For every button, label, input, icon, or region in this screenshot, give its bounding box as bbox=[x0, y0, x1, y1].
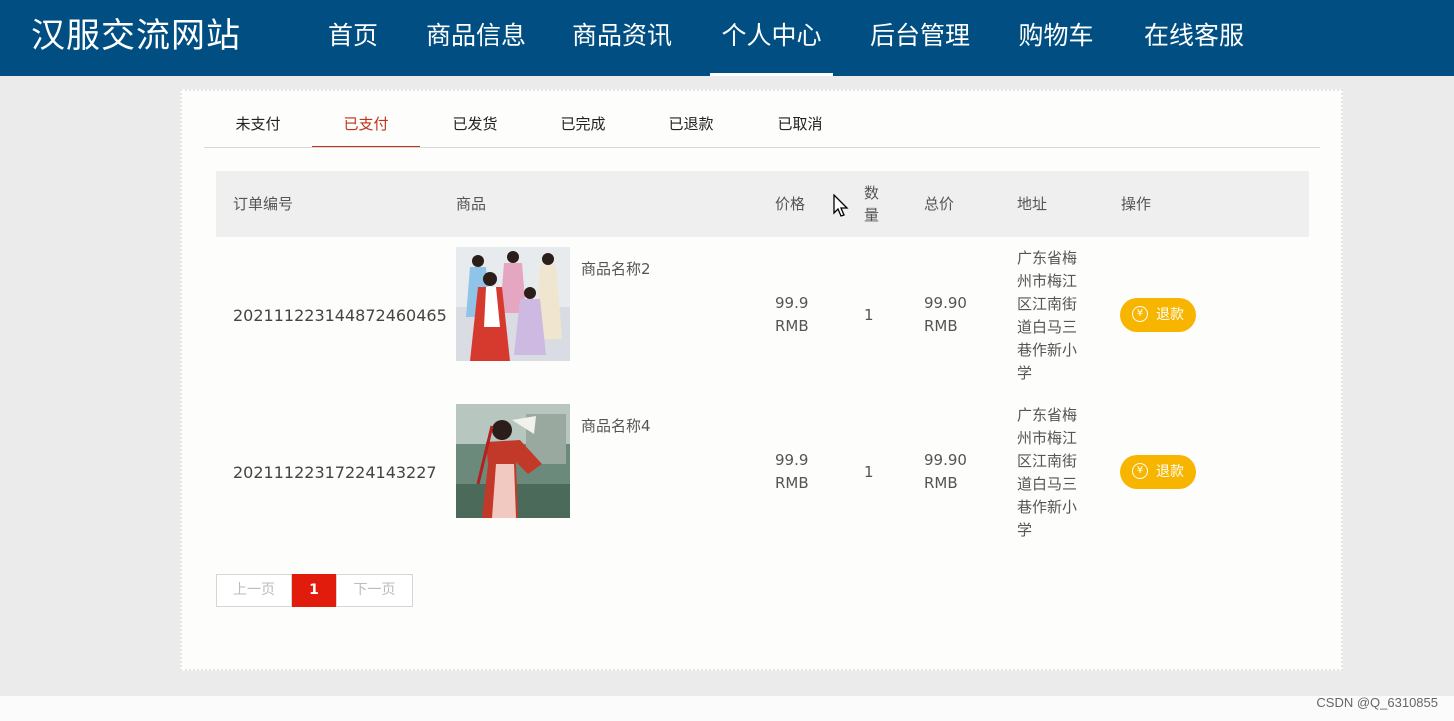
nav-admin[interactable]: 后台管理 bbox=[858, 0, 982, 76]
refund-button[interactable]: ¥ 退款 bbox=[1120, 455, 1196, 489]
refund-label: 退款 bbox=[1156, 464, 1184, 480]
quantity: 1 bbox=[864, 463, 874, 481]
shipping-address: 广东省梅州市梅江区江南街道白马三巷作新小学 bbox=[1017, 406, 1078, 539]
quantity: 1 bbox=[864, 306, 874, 324]
product-name-link[interactable]: 商品名称4 bbox=[581, 415, 651, 438]
order-number: 20211122314487246046​5 bbox=[233, 306, 447, 325]
header-total: 总价 bbox=[924, 195, 955, 213]
tab-unpaid[interactable]: 未支付 bbox=[204, 104, 312, 148]
prev-page-button[interactable]: 上一页 bbox=[216, 574, 292, 607]
nav-personal-center[interactable]: 个人中心 bbox=[710, 0, 833, 76]
yen-icon: ¥ bbox=[1132, 463, 1148, 479]
header-quantity: 数量 bbox=[864, 184, 880, 224]
tab-cancelled[interactable]: 已取消 bbox=[746, 104, 854, 148]
nav-home[interactable]: 首页 bbox=[316, 0, 390, 76]
header-price: 价格 bbox=[775, 195, 806, 213]
tab-completed[interactable]: 已完成 bbox=[529, 104, 637, 148]
shipping-address: 广东省梅州市梅江区江南街道白马三巷作新小学 bbox=[1017, 249, 1078, 382]
top-navbar: 汉服交流网站 首页 商品信息 商品资讯 个人中心 后台管理 购物车 在线客服 bbox=[0, 0, 1454, 76]
header-action: 操作 bbox=[1121, 195, 1152, 213]
cursor-icon bbox=[833, 193, 849, 222]
yen-icon: ¥ bbox=[1132, 306, 1148, 322]
watermark-text: CSDN @Q_6310855 bbox=[1316, 695, 1438, 710]
nav-products[interactable]: 商品信息 bbox=[414, 0, 538, 76]
order-number: 20211122317224143227 bbox=[233, 463, 437, 482]
nav-customer-service[interactable]: 在线客服 bbox=[1132, 0, 1256, 76]
nav-cart[interactable]: 购物车 bbox=[1006, 0, 1106, 76]
tab-shipped[interactable]: 已发货 bbox=[421, 104, 529, 148]
next-page-button[interactable]: 下一页 bbox=[336, 574, 413, 607]
header-order-no: 订单编号 bbox=[233, 195, 294, 213]
tabs-divider bbox=[204, 147, 1320, 148]
tab-refunded[interactable]: 已退款 bbox=[637, 104, 745, 148]
total-price: 99.90 RMB bbox=[924, 451, 967, 492]
nav-news[interactable]: 商品资讯 bbox=[560, 0, 684, 76]
total-price: 99.90 RMB bbox=[924, 294, 967, 335]
site-logo-title[interactable]: 汉服交流网站 bbox=[31, 14, 241, 58]
page-number-current[interactable]: 1 bbox=[292, 574, 336, 607]
footer-strip bbox=[0, 696, 1454, 721]
unit-price: 99.9 RMB bbox=[775, 294, 809, 335]
header-address: 地址 bbox=[1017, 195, 1048, 213]
product-image[interactable] bbox=[456, 247, 570, 361]
header-product: 商品 bbox=[456, 195, 487, 213]
product-name-link[interactable]: 商品名称2 bbox=[581, 258, 651, 281]
refund-label: 退款 bbox=[1156, 307, 1184, 323]
tab-paid[interactable]: 已支付 bbox=[312, 104, 420, 148]
unit-price: 99.9 RMB bbox=[775, 451, 809, 492]
refund-button[interactable]: ¥ 退款 bbox=[1120, 298, 1196, 332]
product-image[interactable] bbox=[456, 404, 570, 518]
